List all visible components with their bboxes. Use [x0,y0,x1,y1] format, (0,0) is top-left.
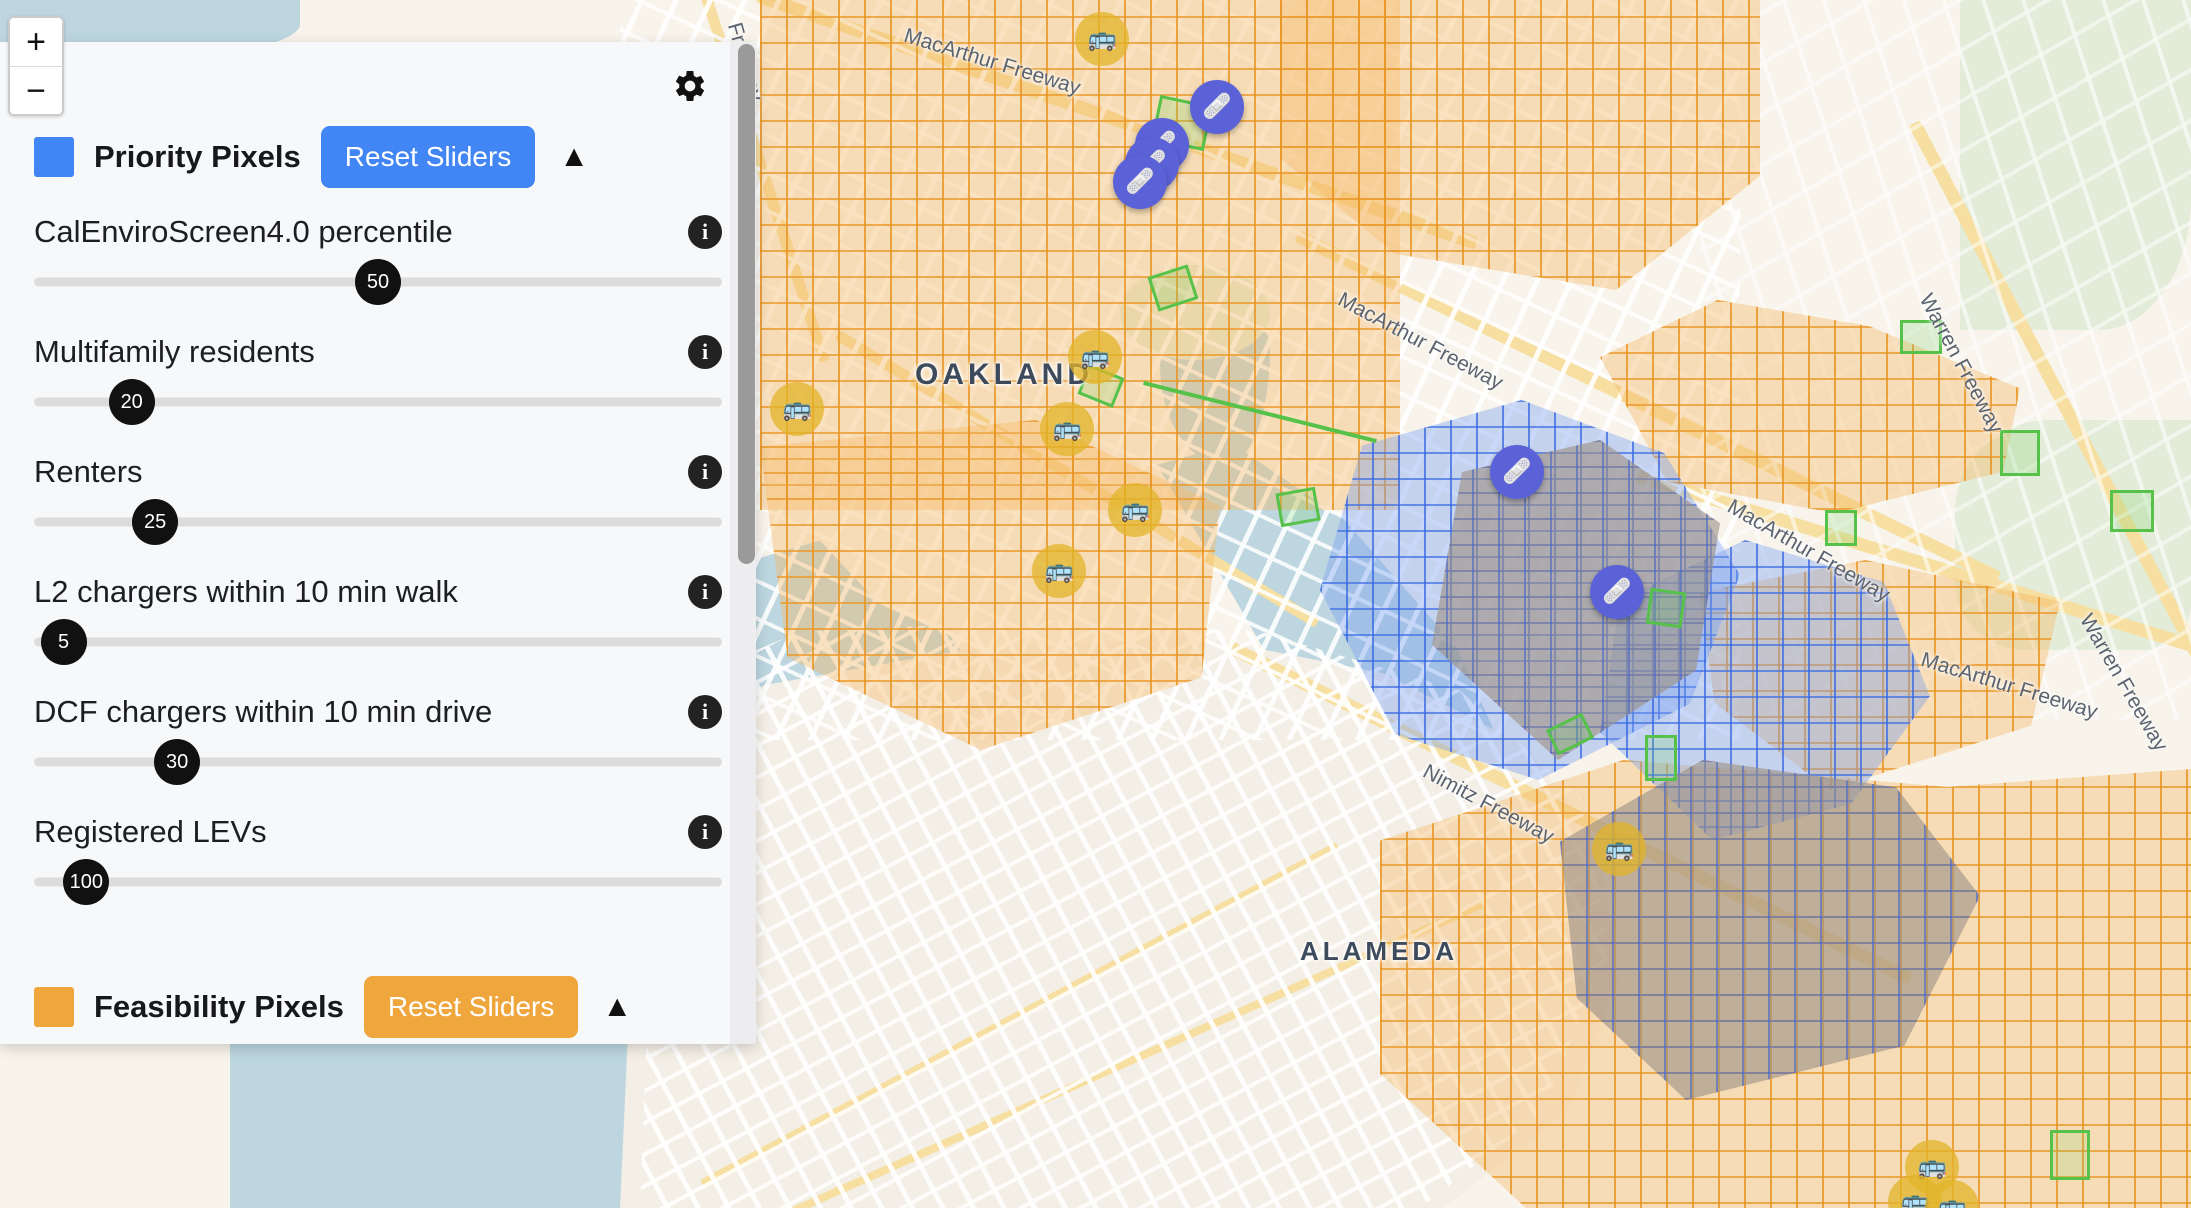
map-marker-aid[interactable]: 🩹 [1113,155,1167,209]
green-parcel [1275,486,1321,528]
map-marker-transit[interactable]: 🚌 [1068,330,1122,384]
bus-car-icon: 🚌 [1044,557,1074,584]
slider-label: DCF chargers within 10 min drive [34,694,493,729]
slider-thumb[interactable]: 5 [40,619,87,665]
slider-track-wrap[interactable]: 50 [34,256,722,308]
slider-thumb[interactable]: 25 [132,499,179,545]
green-parcel [2110,490,2154,532]
collapse-toggle-feasibility[interactable]: ▲ [602,992,632,1022]
green-parcel [1825,510,1857,546]
slider-track[interactable] [34,757,722,767]
slider-track-wrap[interactable]: 5 [34,616,722,668]
slider-track[interactable] [34,877,722,887]
zoom-in-button[interactable]: + [10,18,62,66]
map-marker-aid[interactable]: 🩹 [1590,565,1644,619]
legend-swatch-priority [34,137,74,177]
slider-block: Renters i 25 [0,454,756,548]
map-marker-transit[interactable]: 🚌 [1592,822,1646,876]
bus-car-icon: 🚌 [1080,343,1110,370]
map-marker-transit[interactable]: 🚌 [1075,12,1129,66]
slider-block: DCF chargers within 10 min drive i 30 [0,694,756,788]
slider-track-wrap[interactable]: 25 [34,496,722,548]
bus-car-icon: 🚌 [1937,1193,1967,1208]
reset-sliders-button-feasibility[interactable]: Reset Sliders [363,976,579,1038]
info-icon[interactable]: i [688,695,722,729]
map-place-label: OAKLAND [915,358,1093,391]
green-parcel [2050,1130,2090,1180]
map-place-label: ALAMEDA [1300,936,1458,966]
panel-body: Priority Pixels Reset Sliders ▲ CalEnviroSc… [0,126,756,1038]
bus-car-icon: 🚌 [1087,25,1117,52]
slider-thumb[interactable]: 100 [63,859,110,905]
slider-label-row: Registered LEVs i [34,814,722,850]
slider-label: CalEnviroScreen4.0 percentile [34,214,453,249]
slider-track-wrap[interactable]: 20 [34,376,722,428]
slider-block: CalEnviroScreen4.0 percentile i 50 [0,214,756,308]
map-marker-aid[interactable]: 🩹 [1490,445,1544,499]
section-title-feasibility: Feasibility Pixels [94,989,344,1024]
bus-car-icon: 🚌 [1604,835,1634,862]
slider-label: L2 chargers within 10 min walk [34,574,458,609]
map-marker-transit[interactable]: 🚌 [1032,544,1086,598]
slider-label-row: Renters i [34,454,722,490]
bus-car-icon: 🚌 [782,395,812,422]
gear-icon[interactable] [670,66,710,106]
slider-label-row: Multifamily residents i [34,334,722,370]
slider-label-row: CalEnviroScreen4.0 percentile i [34,214,722,250]
slider-thumb[interactable]: 30 [154,739,201,785]
slider-block: Registered LEVs i 100 [0,814,756,908]
slider-track-wrap[interactable]: 30 [34,736,722,788]
slider-track[interactable] [34,637,722,647]
panel-scrollbar-thumb[interactable] [738,44,755,564]
collapse-toggle-priority[interactable]: ▲ [559,142,589,172]
legend-swatch-feasibility [34,987,74,1027]
info-icon[interactable]: i [688,335,722,369]
slider-block: L2 chargers within 10 min walk i 5 [0,574,756,668]
slider-track-wrap[interactable]: 100 [34,856,722,908]
first-aid-kit-icon: 🩹 [1202,93,1232,120]
slider-thumb[interactable]: 50 [355,259,401,305]
bus-car-icon: 🚌 [1120,496,1150,523]
zoom-out-button[interactable]: − [10,66,62,114]
green-parcel [1645,587,1687,629]
info-icon[interactable]: i [688,455,722,489]
section-title-priority: Priority Pixels [94,139,301,174]
slider-label: Registered LEVs [34,814,267,849]
map-marker-transit[interactable]: 🚌 [770,382,824,436]
slider-label: Renters [34,454,143,489]
green-parcel [1645,735,1677,781]
slider-block: Multifamily residents i 20 [0,334,756,428]
first-aid-kit-icon: 🩹 [1502,458,1532,485]
section-header-priority: Priority Pixels Reset Sliders ▲ [0,126,756,188]
slider-label-row: L2 chargers within 10 min walk i [34,574,722,610]
first-aid-kit-icon: 🩹 [1602,578,1632,605]
panel-scrollbar[interactable] [730,42,756,1044]
map-zoom-control[interactable]: + − [8,16,64,116]
map-marker-aid[interactable]: 🩹 [1190,80,1244,134]
bus-car-icon: 🚌 [1052,415,1082,442]
slider-label: Multifamily residents [34,334,315,369]
green-parcel [2000,430,2040,476]
first-aid-kit-icon: 🩹 [1125,168,1155,195]
section-header-feasibility: Feasibility Pixels Reset Sliders ▲ [0,976,756,1038]
slider-label-row: DCF chargers within 10 min drive i [34,694,722,730]
info-icon[interactable]: i [688,215,722,249]
info-icon[interactable]: i [688,575,722,609]
map-marker-transit[interactable]: 🚌 [1108,483,1162,537]
layer-control-panel[interactable]: Priority Pixels Reset Sliders ▲ CalEnviroSc… [0,42,756,1044]
slider-thumb[interactable]: 20 [108,379,155,425]
info-icon[interactable]: i [688,815,722,849]
map-marker-transit[interactable]: 🚌 [1040,402,1094,456]
reset-sliders-button-priority[interactable]: Reset Sliders [320,126,536,188]
